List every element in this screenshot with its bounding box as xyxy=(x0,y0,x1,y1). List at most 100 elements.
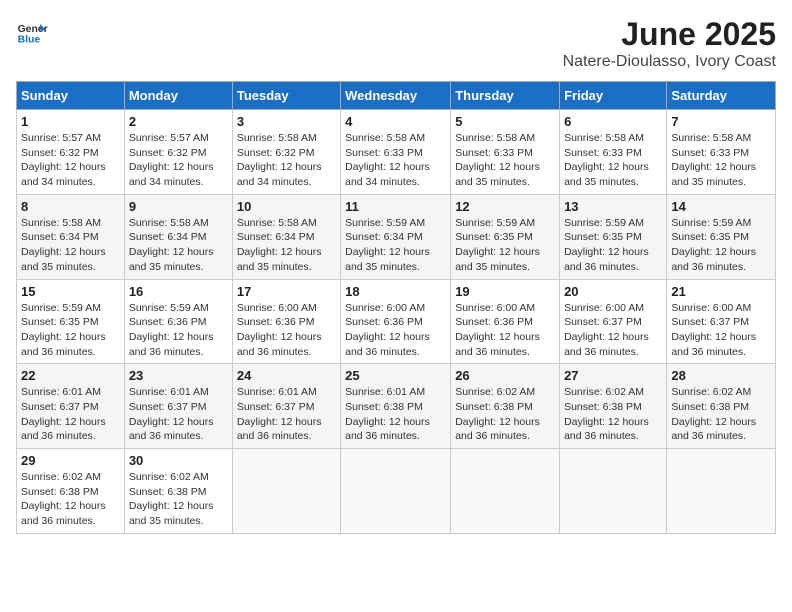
day-number: 5 xyxy=(455,114,555,129)
day-info: Sunrise: 5:58 AMSunset: 6:33 PMDaylight:… xyxy=(455,132,540,188)
day-info: Sunrise: 5:57 AMSunset: 6:32 PMDaylight:… xyxy=(21,132,106,188)
day-info: Sunrise: 6:01 AMSunset: 6:37 PMDaylight:… xyxy=(237,386,322,442)
day-number: 14 xyxy=(671,199,771,214)
day-number: 7 xyxy=(671,114,771,129)
calendar-cell: 29 Sunrise: 6:02 AMSunset: 6:38 PMDaylig… xyxy=(17,449,125,534)
day-number: 11 xyxy=(345,199,446,214)
calendar-cell: 27 Sunrise: 6:02 AMSunset: 6:38 PMDaylig… xyxy=(560,364,667,449)
calendar-header-row: Sunday Monday Tuesday Wednesday Thursday… xyxy=(17,82,776,110)
day-number: 8 xyxy=(21,199,120,214)
calendar-cell xyxy=(341,449,451,534)
calendar-cell xyxy=(232,449,340,534)
header-monday: Monday xyxy=(124,82,232,110)
day-info: Sunrise: 5:58 AMSunset: 6:32 PMDaylight:… xyxy=(237,132,322,188)
day-number: 20 xyxy=(564,284,662,299)
day-number: 19 xyxy=(455,284,555,299)
calendar-table: Sunday Monday Tuesday Wednesday Thursday… xyxy=(16,81,776,534)
location-title: Natere-Dioulasso, Ivory Coast xyxy=(563,53,776,71)
calendar-cell: 6 Sunrise: 5:58 AMSunset: 6:33 PMDayligh… xyxy=(560,110,667,195)
calendar-cell: 2 Sunrise: 5:57 AMSunset: 6:32 PMDayligh… xyxy=(124,110,232,195)
day-info: Sunrise: 5:58 AMSunset: 6:34 PMDaylight:… xyxy=(21,217,106,273)
header-saturday: Saturday xyxy=(667,82,776,110)
day-info: Sunrise: 6:01 AMSunset: 6:37 PMDaylight:… xyxy=(129,386,214,442)
day-number: 17 xyxy=(237,284,336,299)
calendar-cell: 14 Sunrise: 5:59 AMSunset: 6:35 PMDaylig… xyxy=(667,194,776,279)
day-number: 6 xyxy=(564,114,662,129)
calendar-cell: 20 Sunrise: 6:00 AMSunset: 6:37 PMDaylig… xyxy=(560,279,667,364)
day-number: 24 xyxy=(237,368,336,383)
day-info: Sunrise: 5:58 AMSunset: 6:33 PMDaylight:… xyxy=(564,132,649,188)
header-thursday: Thursday xyxy=(451,82,560,110)
calendar-cell: 7 Sunrise: 5:58 AMSunset: 6:33 PMDayligh… xyxy=(667,110,776,195)
day-info: Sunrise: 5:59 AMSunset: 6:35 PMDaylight:… xyxy=(564,217,649,273)
day-info: Sunrise: 6:00 AMSunset: 6:37 PMDaylight:… xyxy=(671,302,756,358)
day-number: 16 xyxy=(129,284,228,299)
calendar-cell: 13 Sunrise: 5:59 AMSunset: 6:35 PMDaylig… xyxy=(560,194,667,279)
calendar-cell: 22 Sunrise: 6:01 AMSunset: 6:37 PMDaylig… xyxy=(17,364,125,449)
header-friday: Friday xyxy=(560,82,667,110)
calendar-cell: 16 Sunrise: 5:59 AMSunset: 6:36 PMDaylig… xyxy=(124,279,232,364)
calendar-cell: 28 Sunrise: 6:02 AMSunset: 6:38 PMDaylig… xyxy=(667,364,776,449)
calendar-cell: 10 Sunrise: 5:58 AMSunset: 6:34 PMDaylig… xyxy=(232,194,340,279)
day-number: 25 xyxy=(345,368,446,383)
calendar-cell: 25 Sunrise: 6:01 AMSunset: 6:38 PMDaylig… xyxy=(341,364,451,449)
calendar-cell xyxy=(451,449,560,534)
day-number: 30 xyxy=(129,453,228,468)
day-info: Sunrise: 6:02 AMSunset: 6:38 PMDaylight:… xyxy=(129,471,214,527)
calendar-row: 22 Sunrise: 6:01 AMSunset: 6:37 PMDaylig… xyxy=(17,364,776,449)
svg-text:Blue: Blue xyxy=(18,34,41,45)
day-number: 9 xyxy=(129,199,228,214)
day-info: Sunrise: 6:00 AMSunset: 6:36 PMDaylight:… xyxy=(345,302,430,358)
calendar-cell: 21 Sunrise: 6:00 AMSunset: 6:37 PMDaylig… xyxy=(667,279,776,364)
day-number: 10 xyxy=(237,199,336,214)
day-number: 18 xyxy=(345,284,446,299)
day-info: Sunrise: 6:02 AMSunset: 6:38 PMDaylight:… xyxy=(455,386,540,442)
calendar-cell: 17 Sunrise: 6:00 AMSunset: 6:36 PMDaylig… xyxy=(232,279,340,364)
calendar-cell: 26 Sunrise: 6:02 AMSunset: 6:38 PMDaylig… xyxy=(451,364,560,449)
day-number: 15 xyxy=(21,284,120,299)
day-number: 13 xyxy=(564,199,662,214)
month-title: June 2025 xyxy=(563,16,776,53)
title-section: June 2025 Natere-Dioulasso, Ivory Coast xyxy=(563,16,776,71)
day-info: Sunrise: 5:59 AMSunset: 6:35 PMDaylight:… xyxy=(671,217,756,273)
day-info: Sunrise: 5:58 AMSunset: 6:34 PMDaylight:… xyxy=(237,217,322,273)
calendar-row: 15 Sunrise: 5:59 AMSunset: 6:35 PMDaylig… xyxy=(17,279,776,364)
calendar-cell: 9 Sunrise: 5:58 AMSunset: 6:34 PMDayligh… xyxy=(124,194,232,279)
logo-icon: General Blue xyxy=(16,16,48,48)
header-sunday: Sunday xyxy=(17,82,125,110)
calendar-cell: 3 Sunrise: 5:58 AMSunset: 6:32 PMDayligh… xyxy=(232,110,340,195)
page-header: General Blue June 2025 Natere-Dioulasso,… xyxy=(16,16,776,71)
calendar-cell: 23 Sunrise: 6:01 AMSunset: 6:37 PMDaylig… xyxy=(124,364,232,449)
day-info: Sunrise: 5:59 AMSunset: 6:35 PMDaylight:… xyxy=(455,217,540,273)
day-info: Sunrise: 6:02 AMSunset: 6:38 PMDaylight:… xyxy=(21,471,106,527)
day-number: 12 xyxy=(455,199,555,214)
header-wednesday: Wednesday xyxy=(341,82,451,110)
day-info: Sunrise: 5:58 AMSunset: 6:33 PMDaylight:… xyxy=(345,132,430,188)
calendar-row: 29 Sunrise: 6:02 AMSunset: 6:38 PMDaylig… xyxy=(17,449,776,534)
day-info: Sunrise: 6:00 AMSunset: 6:36 PMDaylight:… xyxy=(237,302,322,358)
header-tuesday: Tuesday xyxy=(232,82,340,110)
calendar-cell: 8 Sunrise: 5:58 AMSunset: 6:34 PMDayligh… xyxy=(17,194,125,279)
day-info: Sunrise: 5:59 AMSunset: 6:36 PMDaylight:… xyxy=(129,302,214,358)
calendar-cell xyxy=(560,449,667,534)
day-number: 4 xyxy=(345,114,446,129)
day-info: Sunrise: 5:58 AMSunset: 6:33 PMDaylight:… xyxy=(671,132,756,188)
calendar-cell: 12 Sunrise: 5:59 AMSunset: 6:35 PMDaylig… xyxy=(451,194,560,279)
day-info: Sunrise: 5:58 AMSunset: 6:34 PMDaylight:… xyxy=(129,217,214,273)
day-info: Sunrise: 6:01 AMSunset: 6:37 PMDaylight:… xyxy=(21,386,106,442)
day-number: 22 xyxy=(21,368,120,383)
day-number: 29 xyxy=(21,453,120,468)
calendar-cell: 24 Sunrise: 6:01 AMSunset: 6:37 PMDaylig… xyxy=(232,364,340,449)
day-info: Sunrise: 6:02 AMSunset: 6:38 PMDaylight:… xyxy=(671,386,756,442)
day-number: 3 xyxy=(237,114,336,129)
logo: General Blue xyxy=(16,16,52,48)
day-number: 23 xyxy=(129,368,228,383)
calendar-cell: 30 Sunrise: 6:02 AMSunset: 6:38 PMDaylig… xyxy=(124,449,232,534)
day-info: Sunrise: 6:00 AMSunset: 6:37 PMDaylight:… xyxy=(564,302,649,358)
day-info: Sunrise: 5:59 AMSunset: 6:35 PMDaylight:… xyxy=(21,302,106,358)
day-info: Sunrise: 6:02 AMSunset: 6:38 PMDaylight:… xyxy=(564,386,649,442)
day-number: 28 xyxy=(671,368,771,383)
day-info: Sunrise: 6:00 AMSunset: 6:36 PMDaylight:… xyxy=(455,302,540,358)
day-info: Sunrise: 6:01 AMSunset: 6:38 PMDaylight:… xyxy=(345,386,430,442)
calendar-cell: 15 Sunrise: 5:59 AMSunset: 6:35 PMDaylig… xyxy=(17,279,125,364)
